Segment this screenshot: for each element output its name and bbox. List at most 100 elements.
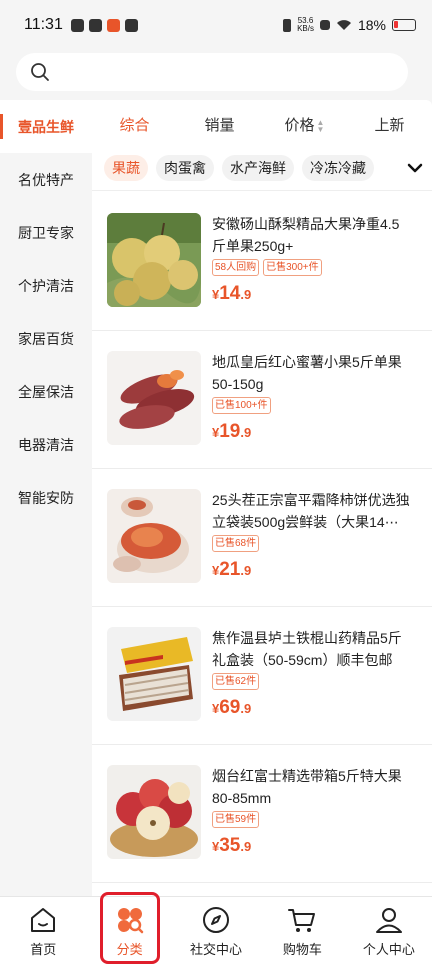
tab-cart[interactable]: 购物车: [259, 897, 345, 964]
sort-new[interactable]: 上新: [347, 114, 432, 135]
price-decimal: .9: [240, 563, 252, 578]
sidebar-item-label: 名优特产: [18, 171, 74, 188]
sold-count-tag: 已售100+件: [212, 397, 271, 414]
price-decimal: .9: [240, 287, 252, 302]
sidebar-item-label: 厨卫专家: [18, 224, 74, 241]
sidebar-item-personal-care[interactable]: 个护清洁: [0, 259, 92, 312]
product-panel: 综合 销量 价格 ▲ ▼ 上新 果蔬 肉蛋禽 水产海鲜 冷冻冷藏 安徽砀山酥梨精…: [92, 100, 432, 896]
price-decimal: .9: [240, 839, 252, 854]
product-title: 烟台红富士精选带箱5斤特大果80-85mm: [212, 768, 402, 806]
sort-label: 销量: [204, 116, 235, 134]
price-decimal: .9: [240, 701, 252, 716]
product-price: ¥19.9: [212, 421, 412, 443]
product-tags: 已售59件: [212, 811, 412, 829]
compass-icon: [203, 907, 230, 933]
product-image-apple[interactable]: [107, 765, 201, 859]
chip-meat-eggs-poultry[interactable]: 肉蛋禽: [156, 155, 214, 181]
search-bar[interactable]: [16, 53, 408, 91]
product-tags: 已售68件: [212, 535, 412, 553]
tab-social[interactable]: 社交中心: [173, 897, 259, 964]
battery-icon: [392, 19, 416, 31]
sold-count-tag: 已售300+件: [263, 259, 322, 276]
wifi-icon: [336, 20, 351, 30]
product-image-sweet-potato[interactable]: [107, 351, 201, 445]
price-integer: 35: [219, 835, 241, 856]
sold-count-tag: 已售59件: [212, 811, 260, 828]
sort-bar: 综合 销量 价格 ▲ ▼ 上新: [92, 100, 432, 148]
cart-icon: [288, 909, 316, 932]
product-price: ¥69.9: [212, 697, 412, 719]
tab-label: 社交中心: [190, 942, 243, 957]
sort-comprehensive[interactable]: 综合: [92, 114, 177, 135]
search-icon: [31, 63, 49, 81]
product-card[interactable]: 烟台红富士精选带箱5斤特大果80-85mm 已售59件 ¥35.9: [92, 745, 432, 883]
sidebar-item-household[interactable]: 家居百货: [0, 312, 92, 365]
product-image-persimmon[interactable]: [107, 489, 201, 583]
sort-label: 价格: [284, 116, 315, 134]
home-icon: [31, 908, 56, 932]
vibrate-icon: [283, 18, 292, 32]
tab-label: 购物车: [282, 942, 322, 957]
chip-seafood[interactable]: 水产海鲜: [222, 155, 294, 181]
net-speed-unit: KB/s: [297, 24, 314, 33]
tab-label: 个人中心: [362, 942, 415, 957]
tab-profile[interactable]: 个人中心: [346, 897, 432, 964]
sidebar-item-label: 个护清洁: [18, 277, 74, 294]
product-info: 安徽砀山酥梨精品大果净重4.5斤单果250g+ 58人回购 已售300+件 ¥1…: [212, 213, 412, 305]
sidebar-item-smart-security[interactable]: 智能安防: [0, 471, 92, 524]
sort-sales[interactable]: 销量: [177, 114, 262, 135]
product-price: ¥21.9: [212, 559, 412, 581]
sold-count-tag: 已售68件: [212, 535, 260, 552]
price-integer: 21: [219, 559, 241, 580]
product-card[interactable]: 焦作温县垆土铁棍山药精品5斤礼盒装（50-59cm）顺丰包邮 已售62件 ¥69…: [92, 607, 432, 745]
chip-frozen[interactable]: 冷冻冷藏: [302, 155, 374, 181]
notification-icons: [70, 18, 138, 32]
product-image-pear[interactable]: [107, 213, 201, 307]
expand-chips-button[interactable]: [398, 148, 432, 188]
product-image-yam-box[interactable]: [107, 627, 201, 721]
sidebar-item-label: 智能安防: [18, 489, 74, 506]
product-title: 25头茬正宗富平霜降柿饼优选独立袋装500g尝鲜装（大果14⋯: [212, 492, 410, 530]
sold-count-tag: 已售62件: [212, 673, 260, 690]
sort-arrows-icon: ▲ ▼: [316, 117, 325, 134]
status-time: 11:31: [24, 16, 63, 33]
price-integer: 69: [219, 697, 241, 718]
chip-fruits-vegetables[interactable]: 果蔬: [104, 155, 148, 181]
taobao-notification-icon: [106, 18, 120, 32]
net-speed: 53.6 KB/s: [297, 17, 314, 33]
sidebar-item-specialty[interactable]: 名优特产: [0, 153, 92, 206]
product-list: 安徽砀山酥梨精品大果净重4.5斤单果250g+ 58人回购 已售300+件 ¥1…: [92, 191, 432, 883]
repurchase-tag: 58人回购: [212, 259, 260, 276]
tab-home[interactable]: 首页: [0, 897, 86, 964]
sidebar-item-label: 壹品生鲜: [18, 118, 74, 135]
app-root: 11:31 53.6 KB/s 18% 壹品生鲜 名优特产 厨卫专家 个护清洁 …: [0, 0, 432, 964]
product-tags: 已售100+件: [212, 397, 412, 415]
product-tags: 已售62件: [212, 673, 412, 691]
product-title: 安徽砀山酥梨精品大果净重4.5斤单果250g+: [212, 216, 400, 254]
sidebar-item-label: 家居百货: [18, 330, 74, 347]
sort-label: 上新: [374, 116, 405, 134]
product-info: 烟台红富士精选带箱5斤特大果80-85mm 已售59件 ¥35.9: [212, 765, 412, 857]
product-info: 25头茬正宗富平霜降柿饼优选独立袋装500g尝鲜装（大果14⋯ 已售68件 ¥2…: [212, 489, 412, 581]
chevron-down-icon: [407, 163, 423, 173]
tab-label: 首页: [30, 942, 57, 957]
sidebar-item-house-cleaning[interactable]: 全屋保洁: [0, 365, 92, 418]
product-tags: 58人回购 已售300+件: [212, 259, 412, 277]
sidebar-item-appliance-cleaning[interactable]: 电器清洁: [0, 418, 92, 471]
message-notification-icon: [124, 18, 138, 32]
product-card[interactable]: 地瓜皇后红心蜜薯小果5斤单果50-150g 已售100+件 ¥19.9: [92, 331, 432, 469]
product-card[interactable]: 25头茬正宗富平霜降柿饼优选独立袋装500g尝鲜装（大果14⋯ 已售68件 ¥2…: [92, 469, 432, 607]
sort-price[interactable]: 价格 ▲ ▼: [262, 114, 347, 135]
sidebar-item-fresh[interactable]: 壹品生鲜: [0, 100, 92, 153]
sidebar-item-label: 电器清洁: [18, 436, 74, 453]
sidebar-item-kitchen-bath[interactable]: 厨卫专家: [0, 206, 92, 259]
product-info: 焦作温县垆土铁棍山药精品5斤礼盒装（50-59cm）顺丰包邮 已售62件 ¥69…: [212, 627, 412, 719]
price-integer: 19: [219, 421, 241, 442]
app-notification-icon: [88, 18, 102, 32]
price-decimal: .9: [240, 425, 252, 440]
product-card[interactable]: 安徽砀山酥梨精品大果净重4.5斤单果250g+ 58人回购 已售300+件 ¥1…: [92, 193, 432, 331]
sim-icon: [70, 18, 84, 32]
sort-label: 综合: [119, 116, 150, 134]
product-title: 焦作温县垆土铁棍山药精品5斤礼盒装（50-59cm）顺丰包邮: [212, 630, 402, 668]
subcategory-chips: 果蔬 肉蛋禽 水产海鲜 冷冻冷藏: [92, 148, 432, 188]
